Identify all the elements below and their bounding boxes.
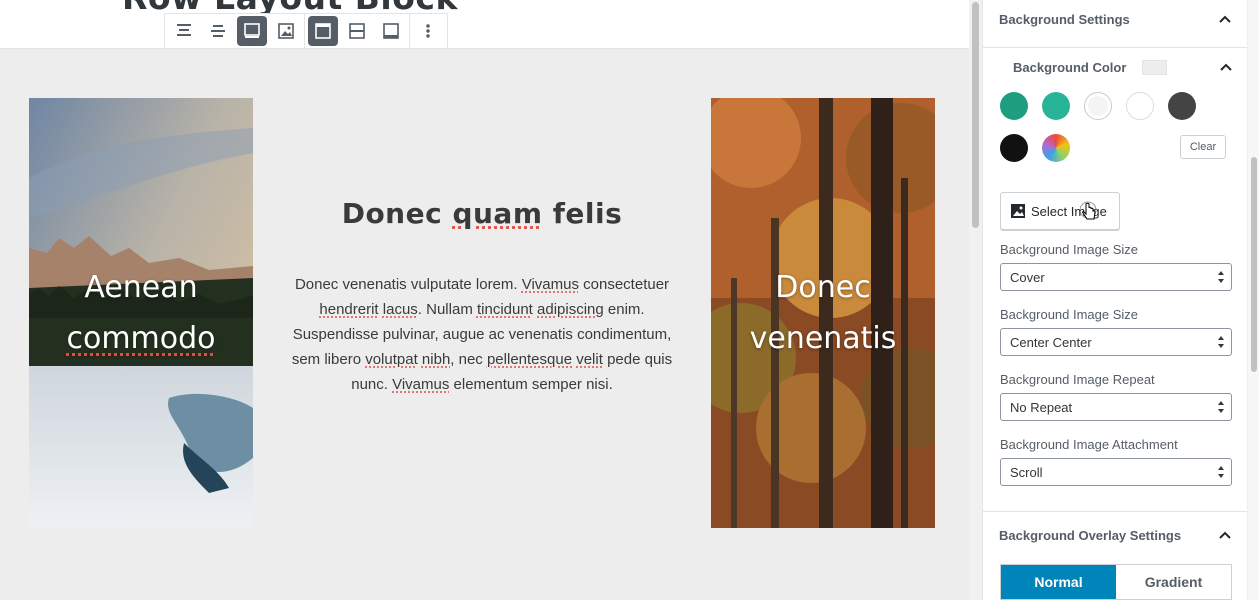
paragraph-text: Donec venenatis vulputate lorem. <box>294 276 522 293</box>
sidebar-scrollbar-thumb[interactable] <box>1251 157 1257 372</box>
bg-image-attachment-label: Background Image Attachment <box>1000 437 1178 452</box>
background-settings-header[interactable]: Background Settings <box>983 0 1247 38</box>
bottom-divider-icon <box>383 23 399 39</box>
chevron-up-icon <box>1219 15 1231 23</box>
right-column[interactable]: Donec venenatis <box>711 98 935 528</box>
background-color-header[interactable]: Background Color <box>1013 57 1233 77</box>
bg-image-position-label: Background Image Size <box>1000 307 1139 322</box>
editor-area: Row Layout Block <box>0 0 969 600</box>
misspelled-word: lacus <box>382 301 418 318</box>
bg-image-size-label: Background Image Size <box>1000 242 1139 257</box>
middle-divider-icon <box>349 23 365 39</box>
toolbar-separator <box>304 13 305 49</box>
bg-image-position-value: Center Center <box>1010 334 1092 350</box>
background-overlay-settings-header[interactable]: Background Overlay Settings <box>983 516 1247 554</box>
swatch-custom-color[interactable] <box>1042 134 1070 162</box>
misspelled-word: volutpat <box>365 351 418 368</box>
paragraph-text: , nec <box>450 351 487 368</box>
image-icon <box>1011 204 1025 218</box>
align-center-icon <box>211 25 225 37</box>
misspelled-word: Vivamus <box>521 276 579 293</box>
align-bottom-button[interactable] <box>235 14 269 48</box>
bg-image-repeat-value: No Repeat <box>1010 399 1073 415</box>
current-color-preview <box>1142 59 1168 75</box>
overlay-type-tabs: Normal Gradient <box>1000 564 1232 600</box>
swatch-green[interactable] <box>1000 92 1028 120</box>
editor-scrollbar-thumb[interactable] <box>972 2 979 228</box>
settings-sidebar: Background Settings Background Color Cle… <box>982 0 1247 600</box>
center-heading: Donec quam felis <box>341 197 623 230</box>
right-column-caption: Donec venenatis <box>749 270 897 356</box>
paragraph-text: . Nullam <box>417 301 477 318</box>
swatch-black[interactable] <box>1000 134 1028 162</box>
select-arrows-icon <box>1218 466 1224 478</box>
swatch-light-gray[interactable] <box>1084 92 1112 120</box>
tab-gradient[interactable]: Gradient <box>1116 565 1231 599</box>
background-color-label: Background Color <box>1013 59 1127 75</box>
bg-image-attachment-select[interactable]: Scroll <box>1000 458 1232 486</box>
chevron-up-icon <box>1220 63 1232 71</box>
select-arrows-icon <box>1218 401 1224 413</box>
bg-image-attachment-value: Scroll <box>1010 464 1043 480</box>
divider <box>983 47 1247 48</box>
background-settings-title: Background Settings <box>999 11 1130 27</box>
chevron-up-icon <box>1219 531 1231 539</box>
toolbar-separator <box>409 13 410 49</box>
swatch-white[interactable] <box>1126 92 1154 120</box>
paragraph-text: elementum semper nisi. <box>449 376 613 393</box>
image-button[interactable] <box>269 14 303 48</box>
clear-color-button[interactable]: Clear <box>1180 135 1226 159</box>
block-toolbar <box>164 13 448 49</box>
tab-normal[interactable]: Normal <box>1001 565 1116 599</box>
left-column[interactable]: Aenean commodo <box>29 98 253 528</box>
misspelled-word: velit <box>576 351 603 368</box>
align-center-button[interactable] <box>201 14 235 48</box>
bg-image-size-select[interactable]: Cover <box>1000 263 1232 291</box>
center-column[interactable]: Donec quam felis Donec venenatis vulputa… <box>284 197 680 397</box>
paragraph-text: consectetuer <box>578 276 670 293</box>
bg-image-repeat-select[interactable]: No Repeat <box>1000 393 1232 421</box>
left-column-caption: Aenean commodo <box>66 270 216 356</box>
top-divider-icon <box>315 23 331 39</box>
sidebar-scrollbar[interactable] <box>1247 0 1259 600</box>
misspelled-word: hendrerit <box>319 301 379 318</box>
top-divider-button[interactable] <box>306 14 340 48</box>
bg-image-position-select[interactable]: Center Center <box>1000 328 1232 356</box>
image-icon <box>278 23 294 39</box>
misspelled-word: Vivamus <box>392 376 450 393</box>
divider <box>983 511 1247 512</box>
editor-scrollbar[interactable] <box>969 0 982 600</box>
select-image-button[interactable]: Select Image <box>1000 192 1120 230</box>
select-arrows-icon <box>1218 271 1224 283</box>
select-arrows-icon <box>1218 336 1224 348</box>
align-top-icon <box>177 24 191 36</box>
misspelled-word: tincidunt <box>476 301 533 318</box>
hand-cursor-icon <box>1080 201 1097 220</box>
swatch-dark-gray[interactable] <box>1168 92 1196 120</box>
align-bottom-icon <box>244 23 260 38</box>
bg-image-repeat-label: Background Image Repeat <box>1000 372 1155 387</box>
more-options-button[interactable] <box>411 14 445 48</box>
overlay-settings-title: Background Overlay Settings <box>999 527 1182 543</box>
bottom-divider-button[interactable] <box>374 14 408 48</box>
more-options-icon <box>426 24 430 38</box>
align-top-button[interactable] <box>167 14 201 48</box>
misspelled-word: pellentesque <box>486 351 573 368</box>
bg-image-size-value: Cover <box>1010 269 1045 285</box>
misspelled-word: nibh <box>421 351 451 368</box>
swatch-teal[interactable] <box>1042 92 1070 120</box>
middle-divider-button[interactable] <box>340 14 374 48</box>
misspelled-word: adipiscing <box>537 301 604 318</box>
row-layout-block[interactable]: Aenean commodo Donec quam felis Donec ve… <box>0 48 969 600</box>
center-paragraph[interactable]: Donec venenatis vulputate lorem. Vivamus… <box>284 272 680 397</box>
